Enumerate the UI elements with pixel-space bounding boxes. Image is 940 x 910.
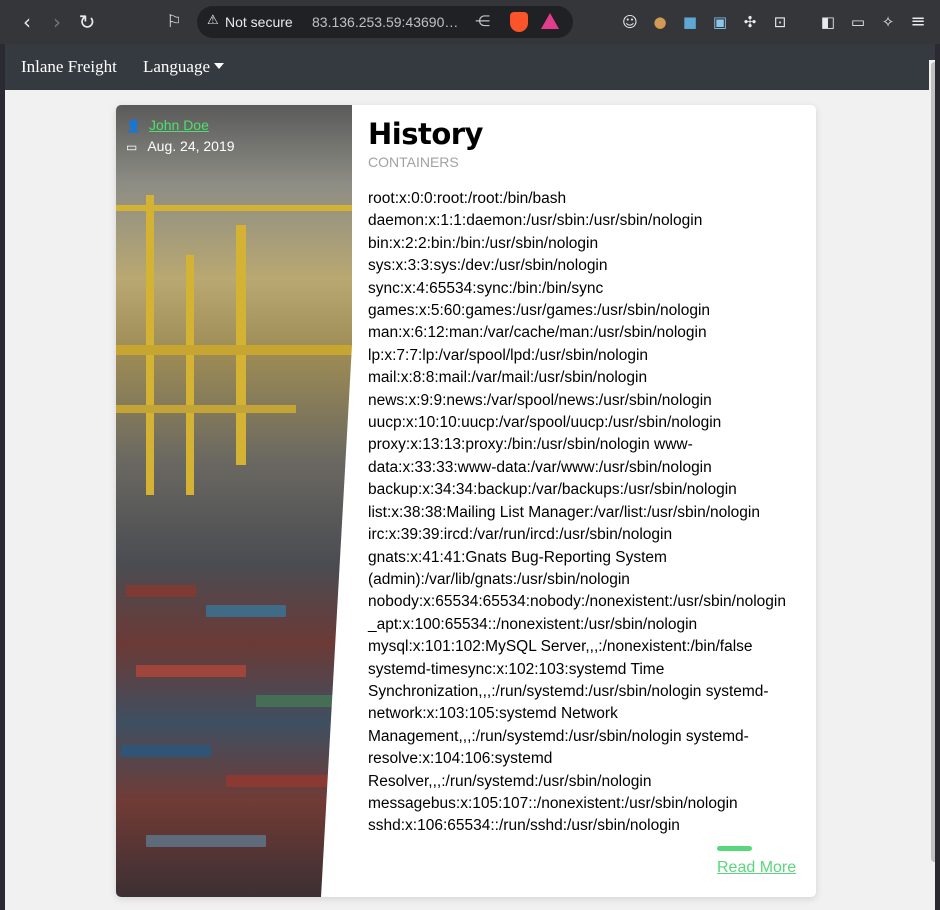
accent-line <box>717 846 752 851</box>
window-edge <box>935 44 940 910</box>
back-arrow-icon[interactable]: ‹ <box>14 9 40 35</box>
share-icon[interactable]: ⋲ <box>475 12 490 30</box>
brand-link[interactable]: Inlane Freight <box>21 57 117 77</box>
reload-icon[interactable]: ↻ <box>74 9 100 35</box>
read-more-link[interactable]: Read More <box>717 859 796 877</box>
menu-icon[interactable]: ≡ <box>908 12 928 32</box>
page-body: 👤 John Doe ▭ Aug. 24, 2019 History CONTAIN… <box>5 90 929 910</box>
forward-arrow-icon[interactable]: › <box>44 9 70 35</box>
extension-tile-icon[interactable]: ▣ <box>710 12 730 32</box>
extension-robot-icon[interactable]: ■ <box>680 12 700 32</box>
wallet-icon[interactable]: ▭ <box>848 12 868 32</box>
warning-icon: ⚠ <box>207 13 219 28</box>
url-text[interactable]: 83.136.253.59:43690/index.php?language=.… <box>312 14 460 30</box>
puzzle-extensions-icon[interactable]: ✣ <box>740 12 760 32</box>
post-content: History CONTAINERS root:x:0:0:root:/root… <box>368 117 808 838</box>
extension-hacker-icon[interactable]: ☺ <box>620 12 640 32</box>
language-dropdown[interactable]: Language <box>143 57 225 77</box>
bookmark-icon[interactable]: ⚐ <box>161 9 187 35</box>
blog-card: 👤 John Doe ▭ Aug. 24, 2019 History CONTAIN… <box>116 105 816 897</box>
brave-shield-icon[interactable] <box>510 12 528 32</box>
security-label[interactable]: Not secure <box>225 14 293 30</box>
address-bar[interactable]: ⚠ Not secure 83.136.253.59:43690/index.p… <box>197 6 573 38</box>
post-body: root:x:0:0:root:/root:/bin/bash daemon:x… <box>368 190 786 835</box>
caret-down-icon <box>214 63 225 69</box>
post-category: CONTAINERS <box>368 154 459 170</box>
sidebar-toggle-icon[interactable]: ◧ <box>818 12 838 32</box>
ai-sparkle-icon[interactable]: ✧ <box>878 12 898 32</box>
site-navbar: Inlane Freight Language <box>5 44 935 90</box>
rewards-triangle-icon[interactable] <box>541 13 559 29</box>
language-label: Language <box>143 57 211 76</box>
browser-toolbar: ‹ › ↻ ⚐ ⚠ Not secure 83.136.253.59:43690… <box>0 0 940 44</box>
screenshot-icon[interactable]: ⊡ <box>770 12 790 32</box>
cookie-icon[interactable]: ● <box>650 12 670 32</box>
post-title: History <box>368 117 483 151</box>
